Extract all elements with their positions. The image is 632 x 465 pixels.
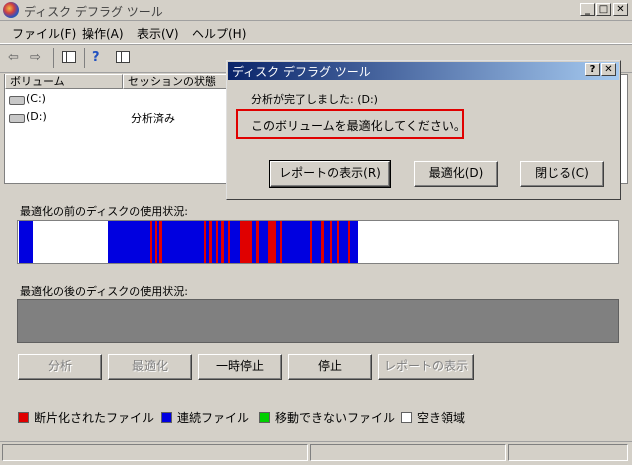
- dialog-message-recommend: このボリュームを最適化してください。: [251, 119, 466, 133]
- dialog-help-button[interactable]: ?: [585, 63, 600, 76]
- dialog-message-complete: 分析が完了しました: (D:): [251, 93, 378, 106]
- after-disk-map: [17, 299, 619, 343]
- menu-help[interactable]: ヘルプ(H): [192, 25, 246, 42]
- segment-fragmented: [159, 221, 162, 263]
- column-header-session-status[interactable]: セッションの状態: [123, 74, 233, 89]
- segment-fragmented: [228, 221, 230, 263]
- segment-fragmented: [280, 221, 282, 263]
- dialog-report-button[interactable]: レポートの表示(R): [269, 160, 391, 188]
- status-pane: [2, 444, 308, 461]
- defrag-app-icon: [3, 2, 19, 18]
- before-disk-map: [17, 220, 619, 264]
- segment-contiguous: [108, 221, 358, 263]
- before-usage-label: 最適化の前のディスクの使用状況:: [20, 205, 188, 218]
- menu-action[interactable]: 操作(A): [82, 25, 124, 42]
- drive-icon: [9, 114, 25, 123]
- close-button[interactable]: ✕: [613, 3, 628, 16]
- view-report-button[interactable]: レポートの表示: [378, 354, 474, 380]
- status-pane: [310, 444, 506, 461]
- segment-fragmented: [337, 221, 339, 263]
- dialog-title: ディスク デフラグ ツール: [232, 65, 371, 79]
- segment-contiguous: [19, 221, 33, 263]
- segment-fragmented: [310, 221, 312, 263]
- legend-swatch-free-space: [401, 412, 412, 423]
- segment-fragmented: [321, 221, 324, 263]
- segment-fragmented: [240, 221, 252, 263]
- dialog-close-action-button[interactable]: 閉じる(C): [520, 161, 604, 187]
- console-tree-icon[interactable]: [62, 51, 76, 63]
- status-pane: [508, 444, 628, 461]
- legend-label-unmovable: 移動できないファイル: [275, 411, 396, 425]
- segment-fragmented: [221, 221, 224, 263]
- legend-label-fragmented: 断片化されたファイル: [34, 411, 155, 425]
- drive-icon: [9, 96, 25, 105]
- forward-arrow-icon[interactable]: ⇨: [30, 51, 41, 65]
- help-icon[interactable]: ?: [92, 51, 100, 65]
- window-title: ディスク デフラグ ツール: [24, 5, 163, 19]
- after-usage-label: 最適化の後のディスクの使用状況:: [20, 285, 188, 298]
- segment-fragmented: [256, 221, 259, 263]
- toolbar-separator: [84, 48, 85, 68]
- segment-fragmented: [209, 221, 212, 263]
- column-header-volume[interactable]: ボリューム: [5, 74, 123, 89]
- legend-swatch-unmovable: [259, 412, 270, 423]
- volume-name[interactable]: (C:): [26, 92, 46, 105]
- segment-fragmented: [204, 221, 206, 263]
- minimize-button[interactable]: _: [580, 3, 595, 16]
- maximize-button[interactable]: □: [596, 3, 611, 16]
- dialog-close-button[interactable]: ✕: [601, 63, 616, 76]
- legend-label-contiguous: 連続ファイル: [177, 411, 250, 425]
- menu-view[interactable]: 表示(V): [137, 25, 179, 42]
- segment-fragmented: [150, 221, 152, 263]
- volume-name[interactable]: (D:): [26, 110, 47, 123]
- segment-fragmented: [216, 221, 218, 263]
- back-arrow-icon[interactable]: ⇦: [8, 51, 19, 65]
- properties-icon[interactable]: [116, 51, 130, 63]
- segment-fragmented: [155, 221, 157, 263]
- analyze-button[interactable]: 分析: [18, 354, 102, 380]
- stop-button[interactable]: 停止: [288, 354, 372, 380]
- legend-label-free-space: 空き領域: [417, 411, 466, 425]
- toolbar-separator: [53, 48, 54, 68]
- segment-fragmented: [348, 221, 350, 263]
- volume-status: 分析済み: [131, 112, 175, 125]
- segment-fragmented: [330, 221, 332, 263]
- menu-file[interactable]: ファイル(F): [12, 25, 76, 42]
- dialog-defragment-button[interactable]: 最適化(D): [414, 161, 498, 187]
- segment-fragmented: [268, 221, 276, 263]
- legend-swatch-fragmented: [18, 412, 29, 423]
- defragment-button[interactable]: 最適化: [108, 354, 192, 380]
- legend-swatch-contiguous: [161, 412, 172, 423]
- pause-button[interactable]: 一時停止: [198, 354, 282, 380]
